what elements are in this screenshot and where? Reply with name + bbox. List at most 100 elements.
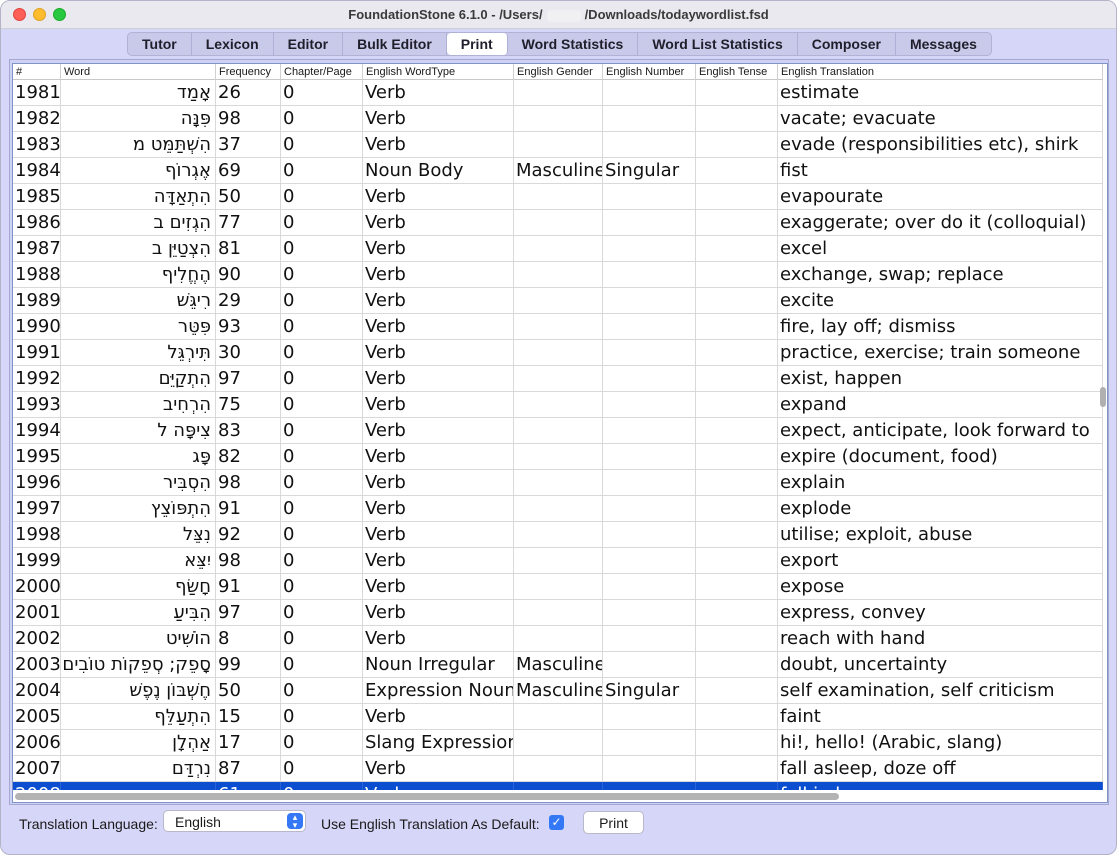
- table-row[interactable]: 2003 סָפֵק; סְפֵקוֹת טוֹבִים 99 0 Noun Irreg…: [13, 652, 1103, 678]
- column-header-chapter-page[interactable]: Chapter/Page: [281, 64, 363, 80]
- table-row[interactable]: 2004 חֶשְׁבּוֹן נֶפֶשׁ 50 0 Expression Noun M…: [13, 678, 1103, 704]
- table-row[interactable]: 1982 פִּנָּה 98 0 Verb vacate; evacuate: [13, 106, 1103, 132]
- cell-number-grammatical: [603, 704, 696, 730]
- cell-frequency: 91: [216, 496, 281, 522]
- cell-word-type: Verb: [363, 366, 514, 392]
- cell-number-grammatical: [603, 184, 696, 210]
- print-button[interactable]: Print: [583, 811, 644, 834]
- table-row[interactable]: 1983 הִשְׁתַּמֵּט מ 37 0 Verb evade (responsi…: [13, 132, 1103, 158]
- table-row[interactable]: 1997 הִתְפּוֹצֵץ 91 0 Verb explode: [13, 496, 1103, 522]
- table-row[interactable]: 1989 רִיגֵּשׁ 29 0 Verb excite: [13, 288, 1103, 314]
- column-header-gender[interactable]: English Gender: [514, 64, 603, 80]
- cell-word-type: Noun Body: [363, 158, 514, 184]
- table-row[interactable]: 2001 הִבִּיעַ 97 0 Verb express, convey: [13, 600, 1103, 626]
- horizontal-scroll-thumb[interactable]: [15, 793, 839, 800]
- cell-chapter-page: 0: [281, 574, 363, 600]
- column-header-word-type[interactable]: English WordType: [363, 64, 514, 80]
- use-default-label: Use English Translation As Default:: [321, 816, 540, 832]
- cell-word-type: Verb: [363, 548, 514, 574]
- cell-translation: faint: [778, 704, 1103, 730]
- cell-word-type: Verb: [363, 340, 514, 366]
- cell-translation: exchange, swap; replace: [778, 262, 1103, 288]
- translation-language-select[interactable]: English ▴ ▾: [163, 810, 306, 832]
- tab-print[interactable]: Print: [446, 33, 508, 55]
- cell-number-grammatical: [603, 600, 696, 626]
- table-row[interactable]: 1993 הִרְחִיב 75 0 Verb expand: [13, 392, 1103, 418]
- cell-frequency: 77: [216, 210, 281, 236]
- table-row[interactable]: 2000 חָשַׂף 91 0 Verb expose: [13, 574, 1103, 600]
- cell-number: 2000: [13, 574, 61, 600]
- app-window: FoundationStone 6.1.0 - /Users/ /Download…: [0, 0, 1117, 855]
- use-default-checkbox[interactable]: ✓: [549, 815, 564, 830]
- column-header-number-grammatical[interactable]: English Number: [603, 64, 696, 80]
- table-row[interactable]: 1995 פָּג 82 0 Verb expire (document, food): [13, 444, 1103, 470]
- tab-composer[interactable]: Composer: [798, 33, 896, 55]
- table-row[interactable]: 1985 הִתְאַדָּה 50 0 Verb evapourate: [13, 184, 1103, 210]
- table-row[interactable]: 1988 הֶחֱלִיף 90 0 Verb exchange, swap; repla…: [13, 262, 1103, 288]
- cell-number: 1995: [13, 444, 61, 470]
- cell-gender: [514, 574, 603, 600]
- table-row[interactable]: 1981 אָמַד 26 0 Verb estimate: [13, 80, 1103, 106]
- table-row[interactable]: 1987 הִצְטַיֵּן ב 81 0 Verb excel: [13, 236, 1103, 262]
- tab-word-statistics[interactable]: Word Statistics: [508, 33, 639, 55]
- table-row[interactable]: 1991 תִּירְגֵּל 30 0 Verb practice, exercise;…: [13, 340, 1103, 366]
- cell-number: 2001: [13, 600, 61, 626]
- word-table[interactable]: # Word Frequency Chapter/Page English WordTy…: [12, 63, 1108, 803]
- column-header-number[interactable]: #: [13, 64, 61, 80]
- table-row[interactable]: 1992 הִתְקַיֵּם 97 0 Verb exist, happen: [13, 366, 1103, 392]
- cell-number: 1994: [13, 418, 61, 444]
- tab-messages[interactable]: Messages: [896, 33, 991, 55]
- cell-gender: [514, 288, 603, 314]
- cell-number-grammatical: [603, 470, 696, 496]
- table-row[interactable]: 1994 צִיפָּה ל 83 0 Verb expect, anticipate, …: [13, 418, 1103, 444]
- table-row[interactable]: 2002 הוֹשִׁיט 8 0 Verb reach with hand: [13, 626, 1103, 652]
- cell-word-type: Verb: [363, 210, 514, 236]
- column-header-translation[interactable]: English Translation: [778, 64, 1103, 80]
- cell-number-grammatical: [603, 444, 696, 470]
- table-row[interactable]: 1984 אֶגְרוֹף 69 0 Noun Body Masculine Singula…: [13, 158, 1103, 184]
- cell-chapter-page: 0: [281, 288, 363, 314]
- table-row[interactable]: 1998 נִצֵּל 92 0 Verb utilise; exploit, abuse: [13, 522, 1103, 548]
- column-header-tense[interactable]: English Tense: [696, 64, 778, 80]
- vertical-scroll-thumb[interactable]: [1100, 387, 1106, 407]
- cell-word-type: Verb: [363, 236, 514, 262]
- cell-gender: [514, 522, 603, 548]
- column-header-word[interactable]: Word: [61, 64, 216, 80]
- cell-number-grammatical: [603, 626, 696, 652]
- cell-translation: estimate: [778, 80, 1103, 106]
- cell-gender: [514, 418, 603, 444]
- cell-frequency: 26: [216, 80, 281, 106]
- tab-tutor[interactable]: Tutor: [128, 33, 192, 55]
- cell-number: 2005: [13, 704, 61, 730]
- cell-number: 1989: [13, 288, 61, 314]
- table-row[interactable]: 2006 אַהְלָן 17 0 Slang Expression hi!, hello…: [13, 730, 1103, 756]
- tab-editor[interactable]: Editor: [274, 33, 344, 55]
- horizontal-scrollbar[interactable]: [13, 790, 1103, 802]
- table-row[interactable]: 1999 יִצֵּא 98 0 Verb export: [13, 548, 1103, 574]
- cell-translation: explode: [778, 496, 1103, 522]
- cell-word: הִתְעַלֵּף: [61, 704, 216, 730]
- cell-number-grammatical: [603, 132, 696, 158]
- cell-translation: fire, lay off; dismiss: [778, 314, 1103, 340]
- cell-chapter-page: 0: [281, 444, 363, 470]
- vertical-scrollbar[interactable]: [1100, 80, 1106, 792]
- tab-bulk-editor[interactable]: Bulk Editor: [343, 33, 447, 55]
- table-row[interactable]: 1986 הִגְזִים ב 77 0 Verb exaggerate; over do…: [13, 210, 1103, 236]
- cell-word: תִּירְגֵּל: [61, 340, 216, 366]
- cell-word: הִתְקַיֵּם: [61, 366, 216, 392]
- cell-translation: excite: [778, 288, 1103, 314]
- table-row[interactable]: 2005 הִתְעַלֵּף 15 0 Verb faint: [13, 704, 1103, 730]
- cell-translation: export: [778, 548, 1103, 574]
- cell-number: 1996: [13, 470, 61, 496]
- cell-word-type: Verb: [363, 392, 514, 418]
- table-row[interactable]: 2007 נִרְדַּם 87 0 Verb fall asleep, doze off: [13, 756, 1103, 782]
- table-row[interactable]: 1990 פִּטֵּר 93 0 Verb fire, lay off; dismiss: [13, 314, 1103, 340]
- cell-number: 1998: [13, 522, 61, 548]
- table-row[interactable]: 1996 הִסְבִּיר 98 0 Verb explain: [13, 470, 1103, 496]
- cell-tense: [696, 262, 778, 288]
- cell-number: 2007: [13, 756, 61, 782]
- column-header-frequency[interactable]: Frequency: [216, 64, 281, 80]
- cell-tense: [696, 600, 778, 626]
- tab-lexicon[interactable]: Lexicon: [192, 33, 274, 55]
- tab-word-list-statistics[interactable]: Word List Statistics: [638, 33, 798, 55]
